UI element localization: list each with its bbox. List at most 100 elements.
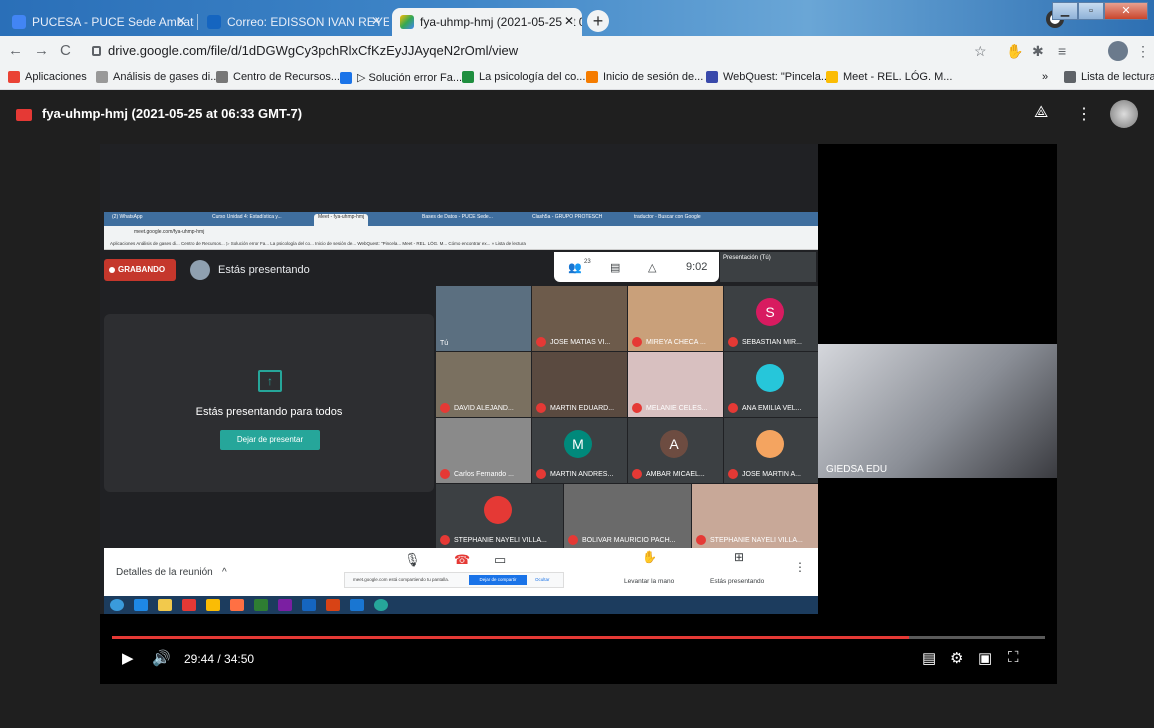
participant-name: MELANIE CELES... (646, 404, 708, 412)
participant-name: JOSE MATIAS VI... (550, 338, 611, 346)
inner-browser-tabs: (2) WhatsApp Curso Unidad 4: Estadística… (104, 212, 818, 226)
drive-favicon-icon (400, 15, 414, 29)
volume-icon[interactable]: 🔊 (152, 649, 171, 667)
presenter-avatar (190, 260, 210, 280)
bookmark-aplicaciones[interactable]: Aplicaciones (8, 71, 87, 83)
bookmark-solucion[interactable]: ▷ Solución error Fa... (340, 71, 462, 84)
mic-off-icon (632, 337, 642, 347)
mic-off-icon (696, 535, 706, 545)
chevron-up-icon: ^ (222, 567, 227, 578)
firefox-icon (230, 599, 244, 611)
browser-tab-drive-video[interactable]: fya-uhmp-hmj (2021-05-25 at 06 ✕ (392, 8, 582, 36)
miniplayer-icon[interactable]: ▣ (978, 649, 992, 667)
browser-menu-icon[interactable]: ⋮ (1136, 43, 1150, 60)
new-tab-button[interactable]: + (587, 10, 609, 32)
play-icon[interactable]: ▶ (122, 649, 134, 667)
browser-tab-strip: PUCESA - PUCE Sede Ambato ✕ Correo: EDIS… (0, 0, 1154, 36)
add-to-drive-icon[interactable]: ⟁ (1034, 104, 1048, 122)
reload-icon[interactable]: C (60, 42, 71, 59)
side-camera-name: GIEDSA EDU (826, 464, 888, 475)
reading-list-icon (1064, 71, 1076, 83)
chrome-icon (206, 599, 220, 611)
stop-presenting-button: Dejar de presentar (220, 430, 320, 450)
present-upload-icon: ↑ (258, 370, 282, 392)
present-icon: ⊞ (734, 550, 745, 564)
reading-list-icon[interactable]: ≡ (1058, 43, 1066, 59)
presenting-box: ↑ Estás presentando para todos Dejar de … (104, 314, 434, 492)
pucesa-favicon-icon (12, 15, 26, 29)
settings-gear-icon[interactable]: ⚙ (950, 649, 963, 667)
bookmark-centro[interactable]: Centro de Recursos... (216, 71, 340, 83)
media-icon (182, 599, 196, 611)
window-controls: ▁ ▫ ✕ (1052, 2, 1148, 20)
bookmarks-more[interactable]: » (1042, 71, 1048, 83)
participant-tile: BOLIVAR MAURICIO PACH... (564, 484, 691, 549)
pen-icon (96, 71, 108, 83)
browser-tab-pucesa[interactable]: PUCESA - PUCE Sede Ambato ✕ (4, 8, 194, 36)
blue-square-icon (340, 71, 352, 84)
lock-icon (92, 46, 101, 56)
close-tab-icon[interactable]: ✕ (371, 14, 381, 28)
raise-hand-label: Levantar la mano (624, 578, 675, 585)
webquest-icon (706, 71, 718, 83)
participants-grid: Tú JOSE MATIAS VI... MIREYA CHECA ... SS… (436, 286, 819, 551)
presenting-label: Estás presentando (218, 264, 310, 276)
bookmark-reading-list[interactable]: Lista de lectura (1064, 71, 1154, 83)
browser-tab-correo[interactable]: Correo: EDISSON IVAN REYES PA ✕ (199, 8, 389, 36)
video-player[interactable]: (2) WhatsApp Curso Unidad 4: Estadística… (100, 144, 1057, 684)
seek-bar[interactable] (112, 636, 1045, 639)
meet-bottom-bar: Detalles de la reunión ^ 🎙 ☎ ▭ meet.goog… (104, 548, 818, 596)
mic-off-icon (728, 337, 738, 347)
meeting-clock: 9:02 (686, 261, 708, 273)
participant-tile: STEPHANIE NAYELI VILLA... (436, 484, 563, 549)
bookmark-analisis[interactable]: Análisis de gases di... (96, 71, 219, 83)
windows-taskbar (104, 596, 818, 614)
bookmark-webquest[interactable]: WebQuest: "Pincela... (706, 71, 830, 83)
participant-tile: Carlos Fernando ... (436, 418, 531, 483)
meet-icon (826, 71, 838, 83)
orange-logo-icon (586, 71, 598, 83)
inner-bookmarks-bar: Aplicaciones Análisis de gases di... Cen… (104, 238, 818, 250)
skype-icon (374, 599, 388, 611)
participant-tile: DAVID ALEJAND... (436, 352, 531, 417)
participant-tile: MELANIE CELES... (628, 352, 723, 417)
back-icon[interactable]: ← (8, 42, 23, 59)
mic-off-icon (440, 469, 450, 479)
subtitles-icon[interactable]: ▤ (922, 649, 936, 667)
maximize-button[interactable]: ▫ (1078, 2, 1104, 20)
bookmark-meet[interactable]: Meet - REL. LÓG. M... (826, 71, 952, 83)
participant-tile: JOSE MATIAS VI... (532, 286, 627, 351)
mic-off-icon (536, 403, 546, 413)
bookmark-psicologia[interactable]: La psicología del co... (462, 71, 585, 83)
side-camera-feed (818, 344, 1057, 478)
drive-viewer: fya-uhmp-hmj (2021-05-25 at 06:33 GMT-7)… (0, 90, 1154, 728)
participant-tile: MIREYA CHECA ... (628, 286, 723, 351)
tab-title: Correo: EDISSON IVAN REYES PA (227, 15, 389, 29)
close-tab-icon[interactable]: ✕ (176, 14, 186, 28)
screen-share-notice: meet.google.com está compartiendo tu pan… (344, 572, 564, 588)
inner-tab: Meet - fya-uhmp-hmj (314, 214, 369, 226)
more-options-icon[interactable]: ⋮ (1076, 104, 1092, 124)
participant-tile: S SEBASTIAN MIR... (724, 286, 819, 351)
account-avatar[interactable] (1110, 100, 1138, 128)
close-tab-icon[interactable]: ✕ (563, 14, 574, 28)
forward-icon[interactable]: → (34, 42, 49, 59)
participant-name: MIREYA CHECA ... (646, 338, 706, 346)
apps-grid-icon (8, 71, 20, 83)
user-avatar[interactable] (1108, 41, 1128, 61)
participant-tile: A AMBAR MICAEL... (628, 418, 723, 483)
extension-hand-icon[interactable]: ✋ (1006, 43, 1023, 60)
minimize-button[interactable]: ▁ (1052, 2, 1078, 20)
video-file-icon (16, 109, 32, 121)
presentation-thumbnail: Presentación (Tú) (720, 252, 816, 282)
participant-tile: Tú (436, 286, 531, 351)
close-window-button[interactable]: ✕ (1104, 2, 1148, 20)
address-bar[interactable]: drive.google.com/file/d/1dDGWgCy3pchRlxC… (86, 40, 986, 62)
bookmark-star-icon[interactable]: ☆ (974, 43, 987, 60)
participants-count: 23 (584, 259, 591, 265)
extensions-puzzle-icon[interactable]: ✱ (1032, 43, 1044, 60)
fullscreen-icon[interactable]: ⛶ (1008, 649, 1019, 666)
bookmark-inicio[interactable]: Inicio de sesión de... (586, 71, 703, 83)
you-presenting-label: Estás presentando (710, 578, 765, 585)
participant-name: ANA EMILIA VEL... (742, 404, 802, 412)
